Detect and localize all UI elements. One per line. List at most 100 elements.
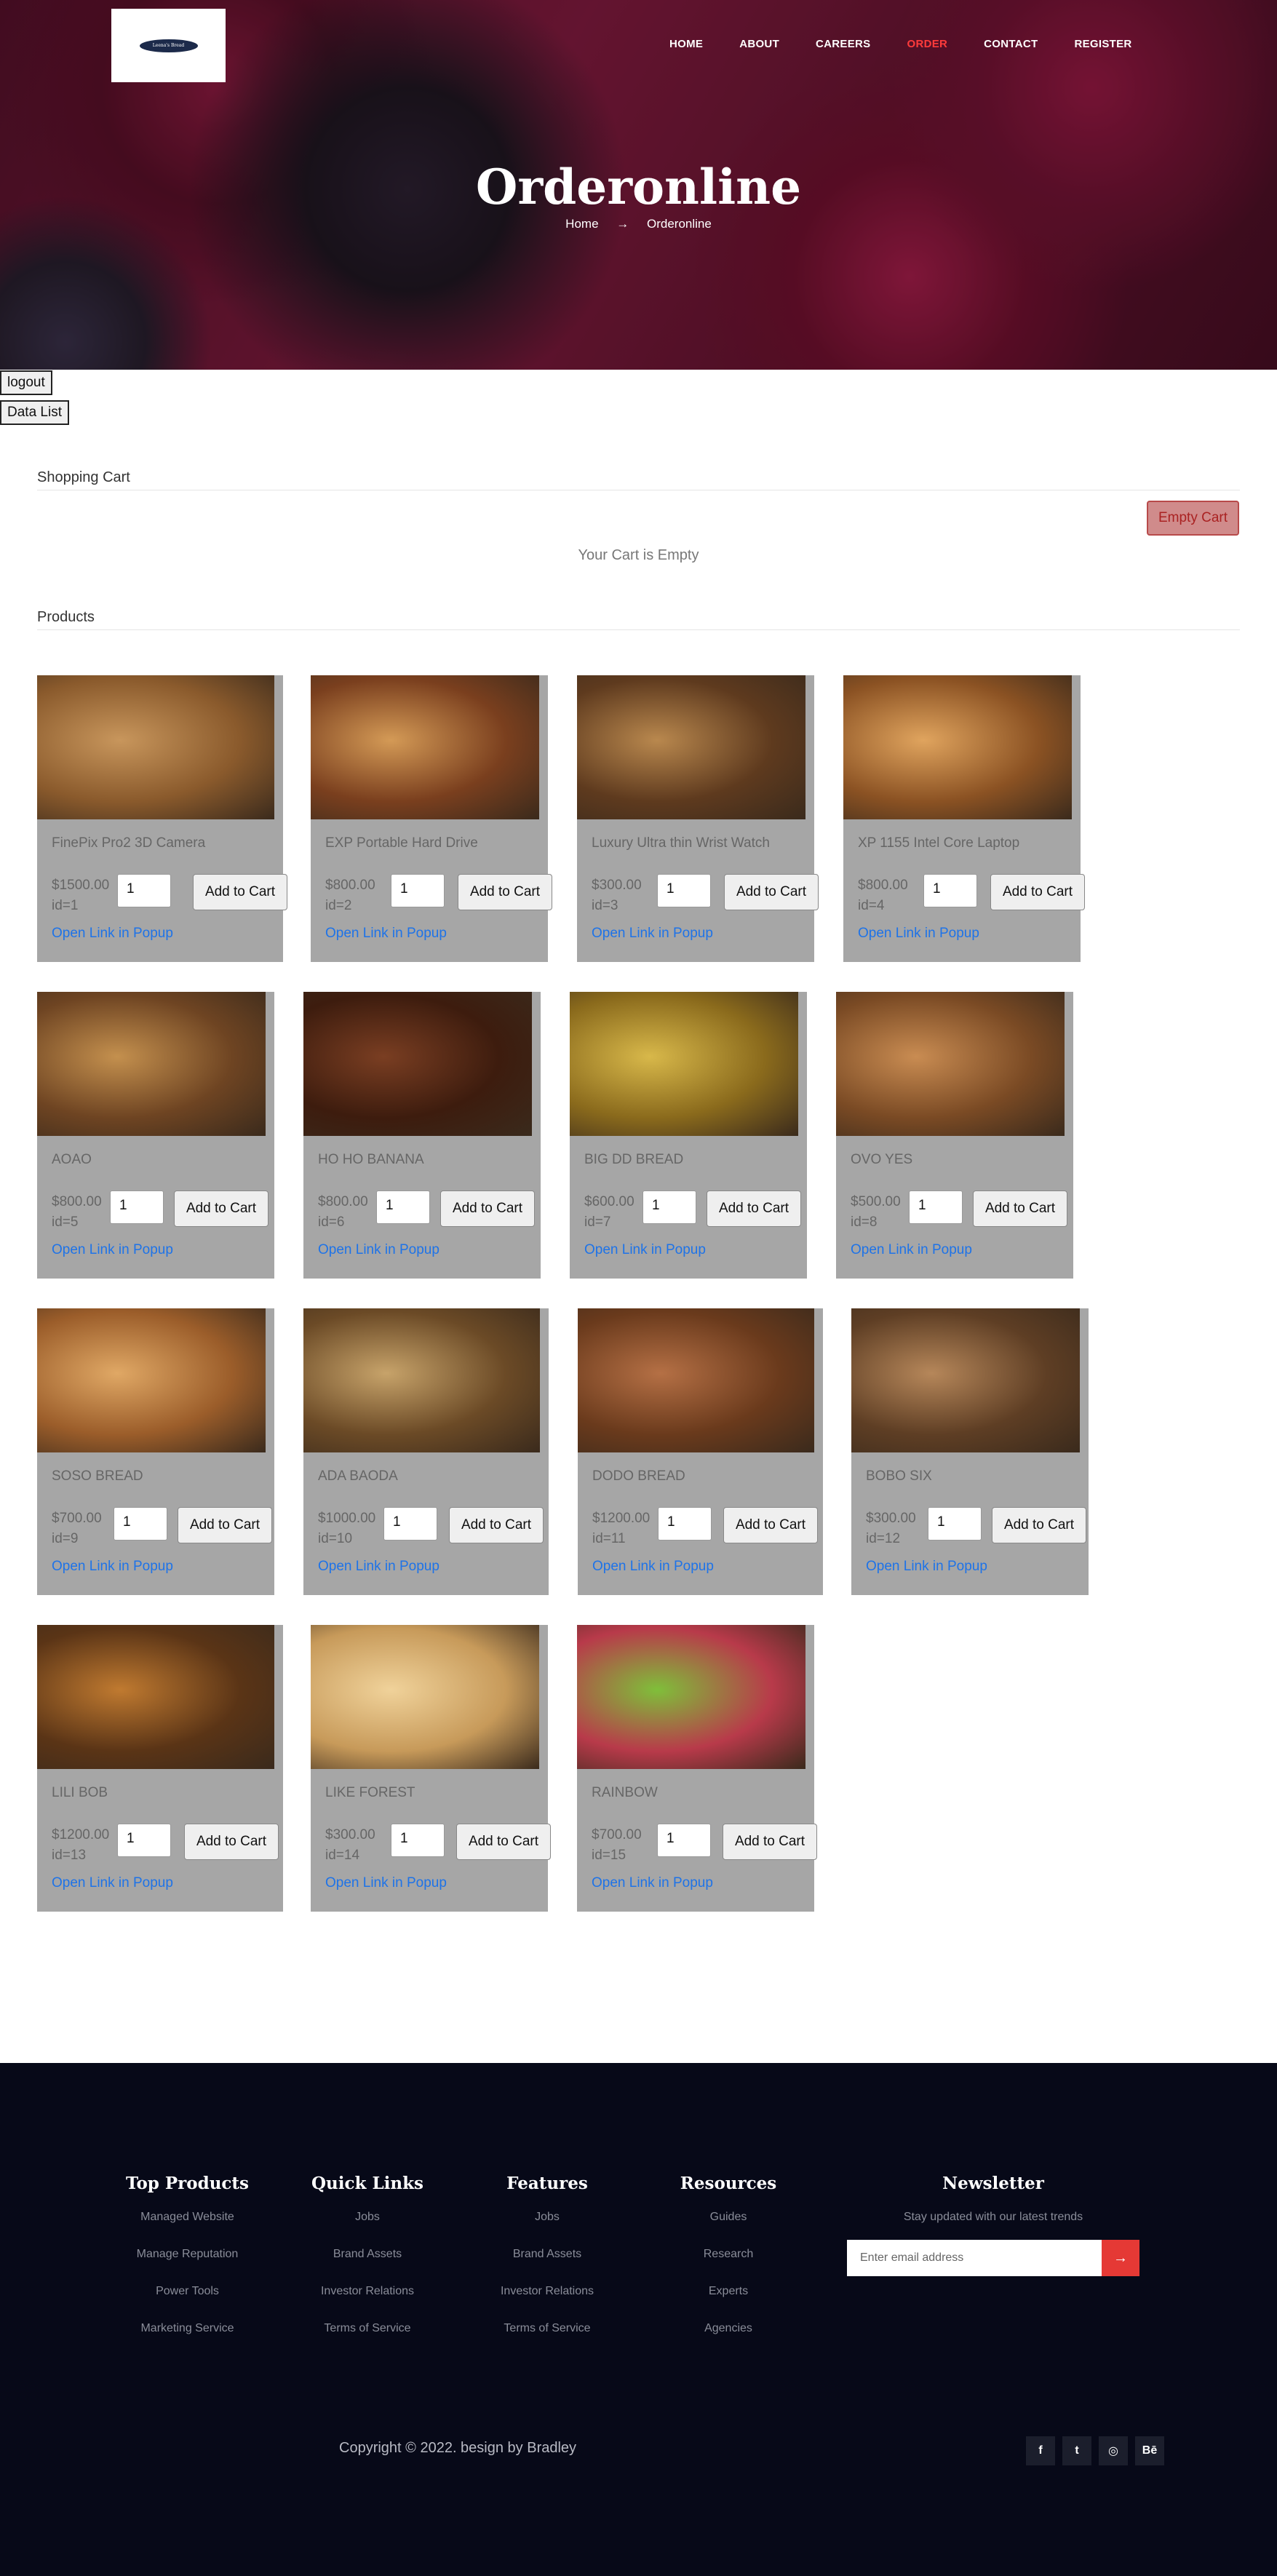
open-popup-link[interactable]: Open Link in Popup <box>584 1242 706 1258</box>
product-name: BIG DD BREAD <box>584 1152 684 1167</box>
product-name: HO HO BANANA <box>318 1152 424 1167</box>
open-popup-link[interactable]: Open Link in Popup <box>318 1559 439 1575</box>
facebook-button[interactable]: f <box>1026 2436 1055 2465</box>
open-popup-link[interactable]: Open Link in Popup <box>318 1242 439 1258</box>
add-to-cart-button[interactable]: Add to Cart <box>184 1824 279 1860</box>
nav-home[interactable]: HOME <box>669 38 703 50</box>
footer-column-features: Features Jobs Brand Assets Investor Rela… <box>485 2174 609 2359</box>
product-price: $600.00 <box>584 1194 634 1209</box>
quantity-input[interactable]: 1 <box>923 874 977 907</box>
add-to-cart-button[interactable]: Add to Cart <box>973 1190 1067 1227</box>
product-id: id=10 <box>318 1531 353 1546</box>
quantity-input[interactable]: 1 <box>391 1824 445 1857</box>
quantity-input[interactable]: 1 <box>376 1190 430 1224</box>
footer-link[interactable]: Manage Reputation <box>124 2248 251 2261</box>
dribbble-button[interactable]: ◎ <box>1099 2436 1128 2465</box>
add-to-cart-button[interactable]: Add to Cart <box>458 874 552 910</box>
footer-link[interactable]: Agencies <box>667 2322 790 2335</box>
open-popup-link[interactable]: Open Link in Popup <box>325 926 447 942</box>
product-price: $500.00 <box>851 1194 901 1209</box>
nav-contact[interactable]: CONTACT <box>984 38 1038 50</box>
nav-about[interactable]: ABOUT <box>739 38 779 50</box>
quantity-input[interactable]: 1 <box>391 874 445 907</box>
quantity-input[interactable]: 1 <box>383 1507 437 1541</box>
add-to-cart-button[interactable]: Add to Cart <box>723 1507 818 1543</box>
add-to-cart-button[interactable]: Add to Cart <box>449 1507 544 1543</box>
open-popup-link[interactable]: Open Link in Popup <box>52 926 173 942</box>
product-name: AOAO <box>52 1152 92 1167</box>
quantity-input[interactable]: 1 <box>658 1507 712 1541</box>
open-popup-link[interactable]: Open Link in Popup <box>592 1875 713 1891</box>
open-popup-link[interactable]: Open Link in Popup <box>325 1875 447 1891</box>
footer-link[interactable]: Experts <box>667 2285 790 2298</box>
newsletter-email-input[interactable]: Enter email address <box>847 2240 1102 2276</box>
open-popup-link[interactable]: Open Link in Popup <box>851 1242 972 1258</box>
quantity-input[interactable]: 1 <box>114 1507 167 1541</box>
logout-button[interactable]: logout <box>0 370 52 395</box>
footer-link[interactable]: Jobs <box>306 2211 429 2224</box>
add-to-cart-button[interactable]: Add to Cart <box>992 1507 1086 1543</box>
arrow-right-icon: → <box>1113 2249 1128 2266</box>
quantity-input[interactable]: 1 <box>928 1507 982 1541</box>
footer-link[interactable]: Power Tools <box>124 2285 251 2298</box>
nav-order[interactable]: ORDER <box>907 38 947 50</box>
cart-empty-message: Your Cart is Empty <box>578 547 699 563</box>
footer-link[interactable]: Investor Relations <box>306 2285 429 2298</box>
open-popup-link[interactable]: Open Link in Popup <box>592 926 713 942</box>
open-popup-link[interactable]: Open Link in Popup <box>52 1242 173 1258</box>
open-popup-link[interactable]: Open Link in Popup <box>52 1559 173 1575</box>
add-to-cart-button[interactable]: Add to Cart <box>178 1507 272 1543</box>
add-to-cart-button[interactable]: Add to Cart <box>193 874 287 910</box>
quantity-input[interactable]: 1 <box>117 874 171 907</box>
footer-link[interactable]: Terms of Service <box>306 2322 429 2335</box>
add-to-cart-button[interactable]: Add to Cart <box>707 1190 801 1227</box>
add-to-cart-button[interactable]: Add to Cart <box>723 1824 817 1860</box>
product-image <box>577 675 805 819</box>
product-id: id=4 <box>858 898 885 913</box>
add-to-cart-button[interactable]: Add to Cart <box>724 874 819 910</box>
newsletter-submit-button[interactable]: → <box>1102 2240 1139 2276</box>
add-to-cart-button[interactable]: Add to Cart <box>456 1824 551 1860</box>
nav-register[interactable]: REGISTER <box>1074 38 1131 50</box>
product-card: SOSO BREAD $700.00 id=9 1 Add to Cart Open Li… <box>37 1308 274 1595</box>
open-popup-link[interactable]: Open Link in Popup <box>592 1559 714 1575</box>
add-to-cart-button[interactable]: Add to Cart <box>440 1190 535 1227</box>
quantity-input[interactable]: 1 <box>909 1190 963 1224</box>
footer-link[interactable]: Managed Website <box>124 2211 251 2224</box>
quantity-input[interactable]: 1 <box>117 1824 171 1857</box>
footer-link[interactable]: Marketing Service <box>124 2322 251 2335</box>
open-popup-link[interactable]: Open Link in Popup <box>52 1875 173 1891</box>
product-image <box>311 1625 539 1769</box>
quantity-input[interactable]: 1 <box>643 1190 696 1224</box>
footer-link[interactable]: Research <box>667 2248 790 2261</box>
nav-careers[interactable]: CAREERS <box>816 38 870 50</box>
add-to-cart-button[interactable]: Add to Cart <box>990 874 1085 910</box>
footer-link[interactable]: Investor Relations <box>485 2285 609 2298</box>
footer-link[interactable]: Jobs <box>485 2211 609 2224</box>
product-image <box>578 1308 814 1452</box>
breadcrumb-home[interactable]: Home <box>565 217 598 231</box>
data-list-button[interactable]: Data List <box>0 400 69 425</box>
twitter-button[interactable]: t <box>1062 2436 1091 2465</box>
shopping-cart-heading: Shopping Cart <box>37 469 130 485</box>
product-price: $300.00 <box>866 1511 916 1526</box>
quantity-input[interactable]: 1 <box>657 1824 711 1857</box>
quantity-input[interactable]: 1 <box>657 874 711 907</box>
add-to-cart-button[interactable]: Add to Cart <box>174 1190 268 1227</box>
footer-link[interactable]: Guides <box>667 2211 790 2224</box>
page-title: Orderonline <box>475 159 802 215</box>
open-popup-link[interactable]: Open Link in Popup <box>866 1559 987 1575</box>
product-card: ADA BAODA $1000.00 id=10 1 Add to Cart Open L… <box>303 1308 549 1595</box>
product-image <box>37 1625 274 1769</box>
logo[interactable]: Leena's Bread <box>111 9 226 82</box>
product-card: HO HO BANANA $800.00 id=6 1 Add to Cart Open … <box>303 992 541 1279</box>
footer-link[interactable]: Terms of Service <box>485 2322 609 2335</box>
product-image <box>851 1308 1080 1452</box>
footer-link[interactable]: Brand Assets <box>306 2248 429 2261</box>
quantity-input[interactable]: 1 <box>110 1190 164 1224</box>
open-popup-link[interactable]: Open Link in Popup <box>858 926 979 942</box>
behance-icon: Bē <box>1142 2444 1158 2457</box>
empty-cart-button[interactable]: Empty Cart <box>1147 501 1239 536</box>
behance-button[interactable]: Bē <box>1135 2436 1164 2465</box>
footer-link[interactable]: Brand Assets <box>485 2248 609 2261</box>
